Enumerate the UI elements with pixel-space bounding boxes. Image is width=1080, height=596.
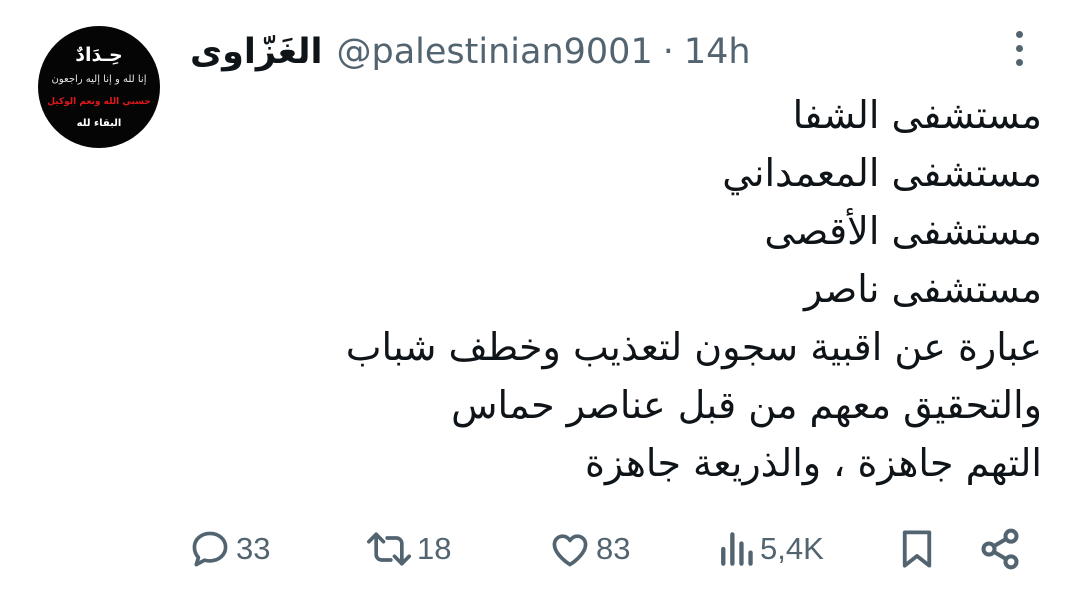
tweet-text: مستشفى الشفا مستشفى المعمداني مستشفى الأ…	[302, 86, 1042, 492]
tweet-line: عبارة عن اقبية سجون لتعذيب وخطف شباب	[345, 325, 1042, 369]
avatar-line-3: البقاء لله	[76, 118, 122, 129]
share-icon	[981, 528, 1019, 570]
display-name[interactable]: الغَزّاوى	[190, 32, 323, 72]
tweet-line: مستشفى الشفا	[792, 93, 1042, 137]
like-button[interactable]: 83	[548, 522, 630, 576]
share-button[interactable]	[978, 522, 1022, 576]
repost-button[interactable]: 18	[365, 522, 451, 576]
tweet-line: والتحقيق معهم من قبل عناصر حماس	[451, 383, 1042, 427]
tweet-header: الغَزّاوى @palestinian9001 · 14h	[190, 24, 751, 80]
reply-icon	[192, 531, 228, 567]
bookmark-icon	[902, 530, 932, 568]
like-count: 83	[596, 531, 631, 566]
user-handle[interactable]: @palestinian9001	[337, 32, 653, 72]
header-separator: ·	[662, 32, 674, 72]
tweet-line: مستشفى الأقصى	[764, 209, 1042, 253]
more-dot	[1016, 45, 1023, 52]
bookmark-button[interactable]	[896, 522, 938, 576]
more-dot	[1016, 59, 1023, 66]
tweet-card[interactable]: حِـدَادٌ إنا لله و إنا إليه راجعون حسبي …	[0, 0, 1080, 596]
more-options-button[interactable]	[1008, 28, 1032, 70]
views-count: 5,4K	[760, 531, 824, 566]
views-icon	[721, 532, 753, 566]
reply-count: 33	[236, 531, 271, 566]
tweet-line: مستشفى المعمداني	[722, 151, 1042, 195]
reply-button[interactable]: 33	[188, 522, 270, 576]
avatar-title: حِـدَادٌ	[75, 44, 123, 66]
repost-icon	[367, 532, 411, 566]
tweet-line: مستشفى ناصر	[804, 267, 1042, 311]
avatar-line-1: إنا لله و إنا إليه راجعون	[51, 74, 147, 85]
action-bar: 33 18 83 5,4K	[0, 522, 1080, 576]
more-vertical-icon	[1016, 31, 1023, 38]
avatar[interactable]: حِـدَادٌ إنا لله و إنا إليه راجعون حسبي …	[38, 26, 160, 148]
avatar-line-2: حسبي الله ونعم الوكيل	[47, 97, 151, 107]
tweet-line: التهم جاهزة ، والذريعة جاهزة	[584, 441, 1042, 485]
repost-count: 18	[417, 531, 452, 566]
views-button[interactable]: 5,4K	[716, 522, 824, 576]
heart-icon	[552, 534, 588, 567]
timestamp[interactable]: 14h	[684, 32, 751, 72]
